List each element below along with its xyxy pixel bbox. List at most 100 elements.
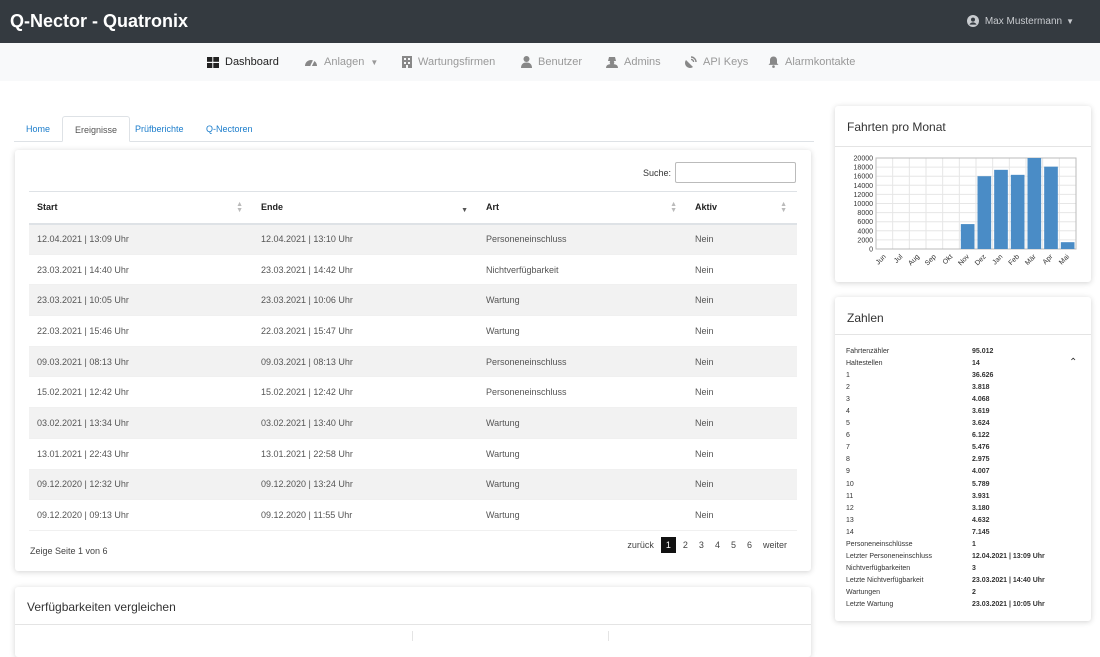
events-card: Suche: Start ▲ ▼ Ende ▼ Art ▲ ▼ Aktiv ▲ ▼ 12.04… [15, 150, 811, 571]
user-icon [521, 56, 532, 68]
numbers-row: 5 3.624 [846, 418, 1086, 430]
y-tick-label: 18000 [854, 165, 874, 172]
table-row[interactable]: 09.03.2021 | 08:13 Uhr 09.03.2021 | 08:13… [29, 346, 797, 378]
numbers-key: Fahrtenzähler [846, 348, 890, 355]
cell-ende: 15.02.2021 | 12:42 Uhr [253, 376, 478, 409]
x-tick-label: Feb [1008, 253, 1022, 267]
numbers-key: Wartungen [846, 588, 880, 596]
table-row[interactable]: 23.03.2021 | 10:05 Uhr 23.03.2021 | 10:06… [29, 284, 797, 317]
x-tick-label: Jan [991, 253, 1004, 266]
top-navbar: Q-Nector - Quatronix Max Mustermann ▼ [0, 0, 1100, 43]
trips-bar-chart: 0 2000 4000 6000 8000 10000 12000 14000 16000 180… [854, 156, 1077, 267]
nav-benutzer-label: Benutzer [538, 56, 583, 68]
pager-prev[interactable]: zurück [623, 537, 658, 553]
bell-icon [768, 56, 779, 68]
user-menu[interactable]: Max Mustermann ▼ [966, 15, 1074, 27]
divider [608, 631, 609, 641]
cell-start: 15.02.2021 | 12:42 Uhr [29, 376, 253, 409]
numbers-row: 12 3.180 [846, 503, 1086, 515]
numbers-key: 1 [846, 372, 850, 380]
cell-art: Personeneinschluss [478, 223, 687, 255]
table-row[interactable]: 09.12.2020 | 12:32 Uhr 09.12.2020 | 13:24… [29, 469, 797, 501]
brand-title[interactable]: Q-Nector - Quatronix [10, 11, 188, 32]
numbers-key: 14 [846, 528, 854, 536]
x-tick-label: Apr [1042, 253, 1055, 266]
cell-start: 09.12.2020 | 09:13 Uhr [29, 499, 253, 531]
bar [1044, 166, 1058, 249]
cell-aktiv: Nein [687, 315, 797, 347]
y-tick-label: 2000 [857, 237, 873, 244]
pager-next[interactable]: weiter [759, 537, 791, 553]
nav-anlagen[interactable]: Anlagen ▼ [304, 56, 378, 68]
nav-alarmkontakte[interactable]: Alarmkontakte [768, 56, 855, 68]
nav-benutzer[interactable]: Benutzer [521, 56, 582, 68]
content-tabs: Home Ereignisse Prüfberichte Q-Nectoren [14, 116, 814, 142]
numbers-key: Letzte Nichtverfügbarkeit [846, 576, 924, 584]
nav-admins[interactable]: Admins [606, 56, 661, 68]
numbers-key: Nichtverfügbarkeiten [846, 564, 911, 572]
numbers-row: Nichtverfügbarkeiten 3 [846, 563, 1086, 575]
cell-ende: 13.01.2021 | 22:58 Uhr [253, 438, 478, 470]
numbers-row: 3 4.068 [846, 394, 1086, 406]
pager-page[interactable]: 6 [743, 537, 756, 553]
tab-q-nectoren[interactable]: Q-Nectoren [194, 116, 265, 142]
search-input[interactable] [675, 162, 796, 183]
bar [977, 176, 992, 249]
pager-page-current[interactable]: 1 [660, 537, 676, 553]
column-header-art[interactable]: Art ▲ ▼ [478, 191, 687, 225]
y-tick-label: 12000 [854, 192, 874, 199]
divider [15, 624, 811, 625]
numbers-key: 2 [846, 384, 850, 392]
column-header-start[interactable]: Start ▲ ▼ [29, 191, 253, 225]
main-nav: Dashboard Anlagen ▼ Wartungsfirmen Benut… [0, 43, 1100, 81]
nav-api-keys[interactable]: API Keys [685, 56, 748, 68]
pager-page[interactable]: 5 [727, 537, 740, 553]
numbers-row: Letzter Personeneinschluss 12.04.2021 | 1… [846, 551, 1086, 563]
cell-art: Wartung [478, 407, 687, 439]
nav-wartungsfirmen[interactable]: Wartungsfirmen [402, 56, 495, 68]
cell-art: Personeneinschluss [478, 346, 687, 378]
numbers-key: 3 [846, 396, 850, 404]
x-tick-label: Aug [907, 253, 921, 267]
numbers-value: 2 [972, 588, 976, 596]
chevron-down-icon: ▼ [1066, 16, 1074, 26]
table-row[interactable]: 09.12.2020 | 09:13 Uhr 09.12.2020 | 11:55… [29, 499, 797, 531]
pager-page[interactable]: 4 [711, 537, 724, 553]
cell-ende: 22.03.2021 | 15:47 Uhr [253, 315, 478, 347]
pager-page[interactable]: 3 [695, 537, 708, 553]
card-title: Verfügbarkeiten vergleichen [27, 600, 176, 614]
table-row[interactable]: 23.03.2021 | 14:40 Uhr 23.03.2021 | 14:42… [29, 254, 797, 286]
tab-home[interactable]: Home [14, 116, 62, 142]
bar [1060, 242, 1075, 249]
numbers-row: 4 3.619 [846, 406, 1086, 418]
numbers-key: 12 [846, 504, 854, 512]
numbers-value: 2.975 [972, 456, 990, 464]
x-tick-label: Dez [974, 253, 988, 267]
table-row[interactable]: 22.03.2021 | 15:46 Uhr 22.03.2021 | 15:47… [29, 315, 797, 347]
cell-art: Nichtverfügbarkeit [478, 254, 687, 286]
numbers-key: 6 [846, 432, 850, 440]
tab-pruefberichte[interactable]: Prüfberichte [123, 116, 196, 142]
pager-page[interactable]: 2 [679, 537, 692, 553]
pagination: zurück 1 2 3 4 5 6 weiter [620, 537, 791, 553]
satellite-dish-icon [685, 56, 697, 68]
table-row[interactable]: 12.04.2021 | 13:09 Uhr 12.04.2021 | 13:10… [29, 223, 797, 255]
column-header-aktiv[interactable]: Aktiv ▲ ▼ [687, 191, 797, 225]
table-row[interactable]: 03.02.2021 | 13:34 Uhr 03.02.2021 | 13:40… [29, 407, 797, 439]
numbers-value: 4.632 [972, 516, 990, 524]
table-row[interactable]: 13.01.2021 | 22:43 Uhr 13.01.2021 | 22:58… [29, 438, 797, 470]
user-name: Max Mustermann [984, 15, 1063, 27]
column-header-label: Ende [261, 202, 284, 213]
numbers-key: 8 [846, 456, 850, 464]
cell-start: 09.03.2021 | 08:13 Uhr [29, 346, 253, 378]
numbers-card: Zahlen ⌃ Fahrtenzähler 95.012 Haltestellen… [835, 297, 1091, 621]
cell-aktiv: Nein [687, 499, 797, 531]
column-header-ende[interactable]: Ende ▼ [253, 191, 478, 225]
tab-ereignisse[interactable]: Ereignisse [62, 116, 131, 142]
numbers-key: 11 [846, 492, 854, 500]
nav-dashboard[interactable]: Dashboard [207, 56, 279, 68]
numbers-key: Letzter Personeneinschluss [846, 552, 932, 560]
table-row[interactable]: 15.02.2021 | 12:42 Uhr 15.02.2021 | 12:42… [29, 376, 797, 409]
cell-art: Wartung [478, 284, 687, 317]
numbers-key: 9 [846, 468, 850, 476]
